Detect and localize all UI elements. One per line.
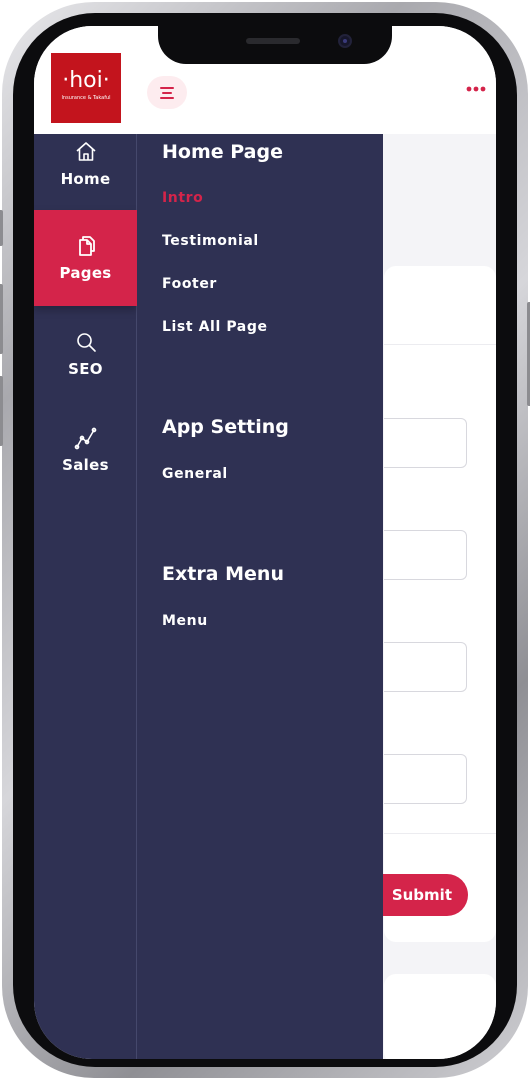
brand-logo[interactable]: ·hoi· Insurance & Takaful <box>51 53 121 123</box>
pages-icon <box>78 236 95 256</box>
rail-item-sales[interactable]: Sales <box>34 402 137 498</box>
mute-switch <box>0 210 3 246</box>
rail-label-sales: Sales <box>62 456 109 474</box>
form-card <box>384 266 496 942</box>
volume-up-button <box>0 284 3 354</box>
rail-label-pages: Pages <box>59 264 112 282</box>
rail-label-seo: SEO <box>68 360 103 378</box>
home-icon <box>75 142 96 161</box>
form-input-4[interactable] <box>384 754 467 804</box>
form-input-1[interactable] <box>384 418 467 468</box>
earpiece-speaker <box>246 38 300 44</box>
front-camera <box>338 34 352 48</box>
rail-item-seo[interactable]: SEO <box>34 306 137 402</box>
logo-tagline: Insurance & Takaful <box>61 95 111 101</box>
submenu-item-intro[interactable]: Intro <box>162 190 203 206</box>
rail-label-home: Home <box>60 170 111 188</box>
more-options-button[interactable] <box>466 76 486 96</box>
section-title-extra-menu: Extra Menu <box>162 563 284 585</box>
submenu-item-list-all-page[interactable]: List All Page <box>162 319 268 335</box>
form-input-3[interactable] <box>384 642 467 692</box>
submenu-item-footer[interactable]: Footer <box>162 276 217 292</box>
volume-down-button <box>0 376 3 446</box>
section-title-home-page: Home Page <box>162 141 283 163</box>
submenu-item-general[interactable]: General <box>162 466 228 482</box>
logo-wordmark: ·hoi· <box>62 68 110 93</box>
sidebar-rail: Home Pages SEO Sales <box>34 134 137 1059</box>
submenu-item-testimonial[interactable]: Testimonial <box>162 233 259 249</box>
card-divider <box>384 344 496 345</box>
notch <box>158 26 392 64</box>
app-screen: ·hoi· Insurance & Takaful Submit Home Pa… <box>34 26 496 1059</box>
hamburger-icon <box>160 87 174 99</box>
sales-chart-icon <box>74 427 96 450</box>
secondary-card <box>384 974 496 1059</box>
more-dots-icon <box>466 86 486 92</box>
menu-toggle-button[interactable] <box>147 76 187 109</box>
form-input-2[interactable] <box>384 530 467 580</box>
search-icon <box>76 333 96 352</box>
section-title-app-setting: App Setting <box>162 416 289 438</box>
card-divider <box>384 833 496 834</box>
submenu-item-menu[interactable]: Menu <box>162 613 208 629</box>
submenu-panel: Home Page Intro Testimonial Footer List … <box>137 134 383 1059</box>
rail-item-pages[interactable]: Pages <box>34 210 137 306</box>
